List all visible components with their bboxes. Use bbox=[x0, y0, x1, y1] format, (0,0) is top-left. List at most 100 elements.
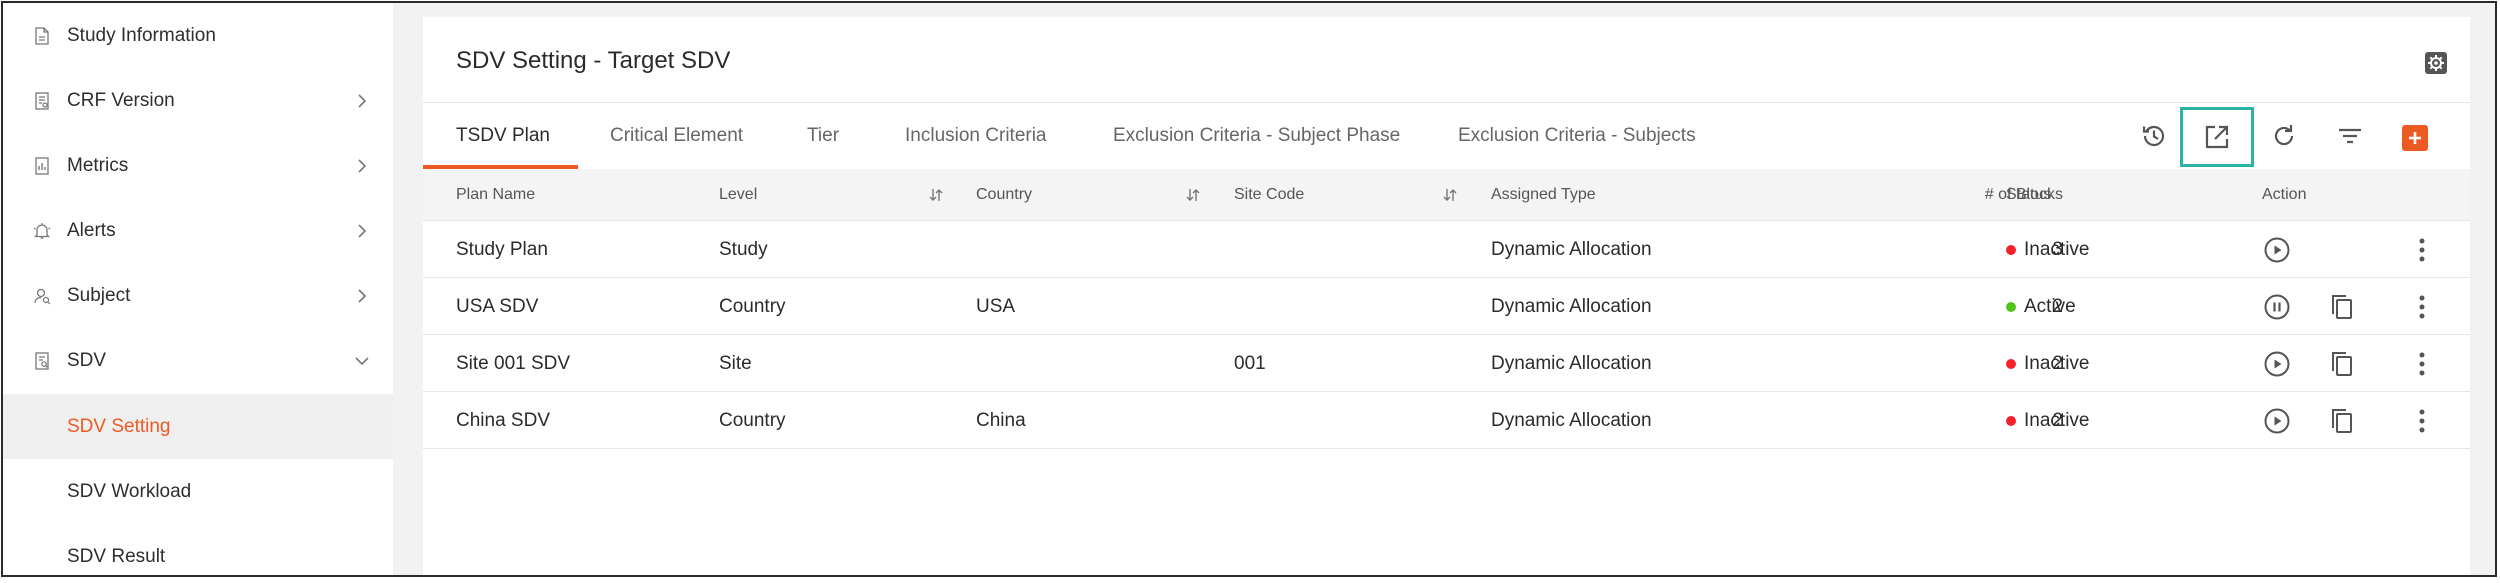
history-button[interactable] bbox=[2131, 113, 2177, 159]
chevron-right-icon bbox=[355, 288, 369, 303]
sidebar-subitem-label: SDV Setting bbox=[67, 415, 171, 437]
tab-tsdv-plan[interactable]: TSDV Plan bbox=[456, 103, 550, 169]
cell-status: Inactive bbox=[2006, 221, 2089, 278]
sort-icon[interactable] bbox=[1184, 186, 1202, 204]
cell-country: USA bbox=[976, 295, 1016, 317]
cell-assigned-type: Dynamic Allocation bbox=[1491, 409, 1652, 431]
sidebar-item-metrics[interactable]: Metrics bbox=[3, 133, 393, 198]
play-button[interactable] bbox=[2262, 406, 2292, 436]
copy-button[interactable] bbox=[2327, 292, 2357, 322]
more-options-button[interactable] bbox=[2407, 406, 2437, 436]
sidebar-item-alerts[interactable]: Alerts bbox=[3, 198, 393, 263]
bell-icon bbox=[31, 220, 53, 242]
tab-critical-element[interactable]: Critical Element bbox=[610, 103, 743, 169]
sidebar-subitem-sdv-result[interactable]: SDV Result bbox=[3, 524, 393, 575]
table-row[interactable]: USA SDV Country USA Dynamic Allocation 2… bbox=[423, 278, 2470, 335]
more-options-button[interactable] bbox=[2407, 235, 2437, 265]
add-button[interactable] bbox=[2402, 125, 2428, 151]
sort-icon[interactable] bbox=[927, 186, 945, 204]
filter-icon bbox=[2339, 128, 2361, 144]
cell-site-code: 001 bbox=[1234, 352, 1266, 374]
tab-exclusion-criteria-subjects[interactable]: Exclusion Criteria - Subjects bbox=[1458, 103, 1696, 169]
cell-level: Study bbox=[719, 238, 768, 260]
tab-exclusion-criteria-subject-phase[interactable]: Exclusion Criteria - Subject Phase bbox=[1113, 103, 1400, 169]
filter-button[interactable] bbox=[2327, 113, 2373, 159]
table-row[interactable]: Site 001 SDV Site 001 Dynamic Allocation… bbox=[423, 335, 2470, 392]
table-row[interactable]: Study Plan Study Dynamic Allocation 3 In… bbox=[423, 221, 2470, 278]
sort-icon[interactable] bbox=[1441, 186, 1459, 204]
sidebar-item-label: CRF Version bbox=[67, 89, 175, 111]
cell-assigned-type: Dynamic Allocation bbox=[1491, 352, 1652, 374]
metrics-icon bbox=[31, 155, 53, 177]
app-frame: Study Information CRF Version Metrics Al… bbox=[1, 1, 2497, 577]
sidebar: Study Information CRF Version Metrics Al… bbox=[3, 3, 393, 575]
subject-icon bbox=[31, 285, 53, 307]
page-title: SDV Setting - Target SDV bbox=[456, 47, 731, 74]
copy-icon bbox=[2332, 409, 2352, 433]
open-external-icon bbox=[2205, 125, 2229, 149]
sidebar-subitem-label: SDV Workload bbox=[67, 480, 192, 502]
status-dot-active bbox=[2006, 301, 2016, 312]
column-header-action: Action bbox=[2262, 186, 2307, 203]
pause-button[interactable] bbox=[2262, 292, 2292, 322]
cell-status: Active bbox=[2006, 278, 2076, 335]
status-dot-inactive bbox=[2006, 415, 2016, 426]
more-vertical-icon bbox=[2419, 238, 2425, 262]
cell-level: Country bbox=[719, 409, 786, 431]
sidebar-subitem-sdv-workload[interactable]: SDV Workload bbox=[3, 459, 393, 524]
sidebar-subitem-label: SDV Result bbox=[67, 545, 166, 567]
cell-status: Inactive bbox=[2006, 392, 2089, 449]
tab-tier[interactable]: Tier bbox=[807, 103, 839, 169]
play-button[interactable] bbox=[2262, 235, 2292, 265]
refresh-button[interactable] bbox=[2261, 113, 2307, 159]
sidebar-item-crf-version[interactable]: CRF Version bbox=[3, 68, 393, 133]
more-vertical-icon bbox=[2419, 295, 2425, 319]
document-icon bbox=[31, 25, 53, 47]
table-header: Plan Name Level Country Site Code Assign… bbox=[423, 169, 2470, 221]
copy-button[interactable] bbox=[2327, 349, 2357, 379]
status-text: Inactive bbox=[2024, 409, 2090, 431]
add-icon bbox=[2409, 132, 2421, 144]
column-header-plan-name: Plan Name bbox=[456, 186, 536, 203]
cell-plan-name: Study Plan bbox=[456, 238, 548, 260]
status-text: Active bbox=[2024, 295, 2076, 317]
column-header-assigned-type: Assigned Type bbox=[1491, 186, 1596, 203]
sidebar-item-label: SDV bbox=[67, 349, 107, 371]
status-dot-inactive bbox=[2006, 244, 2016, 255]
tab-inclusion-criteria[interactable]: Inclusion Criteria bbox=[905, 103, 1047, 169]
sidebar-item-study-information[interactable]: Study Information bbox=[3, 3, 393, 68]
sidebar-item-sdv[interactable]: SDV bbox=[3, 328, 393, 393]
main-panel: SDV Setting - Target SDV TSDV Plan Criti… bbox=[423, 17, 2470, 575]
play-circle-icon bbox=[2264, 408, 2290, 434]
sidebar-subitem-sdv-setting[interactable]: SDV Setting bbox=[3, 394, 393, 459]
more-vertical-icon bbox=[2419, 352, 2425, 376]
settings-button[interactable] bbox=[2421, 48, 2451, 78]
form-icon bbox=[31, 90, 53, 112]
cell-level: Country bbox=[719, 295, 786, 317]
open-external-button[interactable] bbox=[2180, 107, 2254, 167]
sidebar-item-label: Subject bbox=[67, 284, 131, 306]
pause-circle-icon bbox=[2264, 294, 2290, 320]
status-text: Inactive bbox=[2024, 238, 2090, 260]
sidebar-item-label: Alerts bbox=[67, 219, 116, 241]
cell-plan-name: China SDV bbox=[456, 409, 550, 431]
cell-plan-name: USA SDV bbox=[456, 295, 539, 317]
copy-icon bbox=[2332, 295, 2352, 319]
more-options-button[interactable] bbox=[2407, 292, 2437, 322]
status-dot-inactive bbox=[2006, 358, 2016, 369]
refresh-icon bbox=[2274, 125, 2294, 146]
column-header-site-code: Site Code bbox=[1234, 186, 1305, 203]
more-options-button[interactable] bbox=[2407, 349, 2437, 379]
column-header-level: Level bbox=[719, 186, 758, 203]
chevron-right-icon bbox=[355, 93, 369, 108]
cell-assigned-type: Dynamic Allocation bbox=[1491, 238, 1652, 260]
play-button[interactable] bbox=[2262, 349, 2292, 379]
sidebar-item-subject[interactable]: Subject bbox=[3, 263, 393, 328]
copy-icon bbox=[2332, 352, 2352, 376]
play-circle-icon bbox=[2264, 237, 2290, 263]
history-icon bbox=[2142, 125, 2165, 147]
sdv-icon bbox=[31, 350, 53, 372]
cell-plan-name: Site 001 SDV bbox=[456, 352, 571, 374]
copy-button[interactable] bbox=[2327, 406, 2357, 436]
table-row[interactable]: China SDV Country China Dynamic Allocati… bbox=[423, 392, 2470, 449]
